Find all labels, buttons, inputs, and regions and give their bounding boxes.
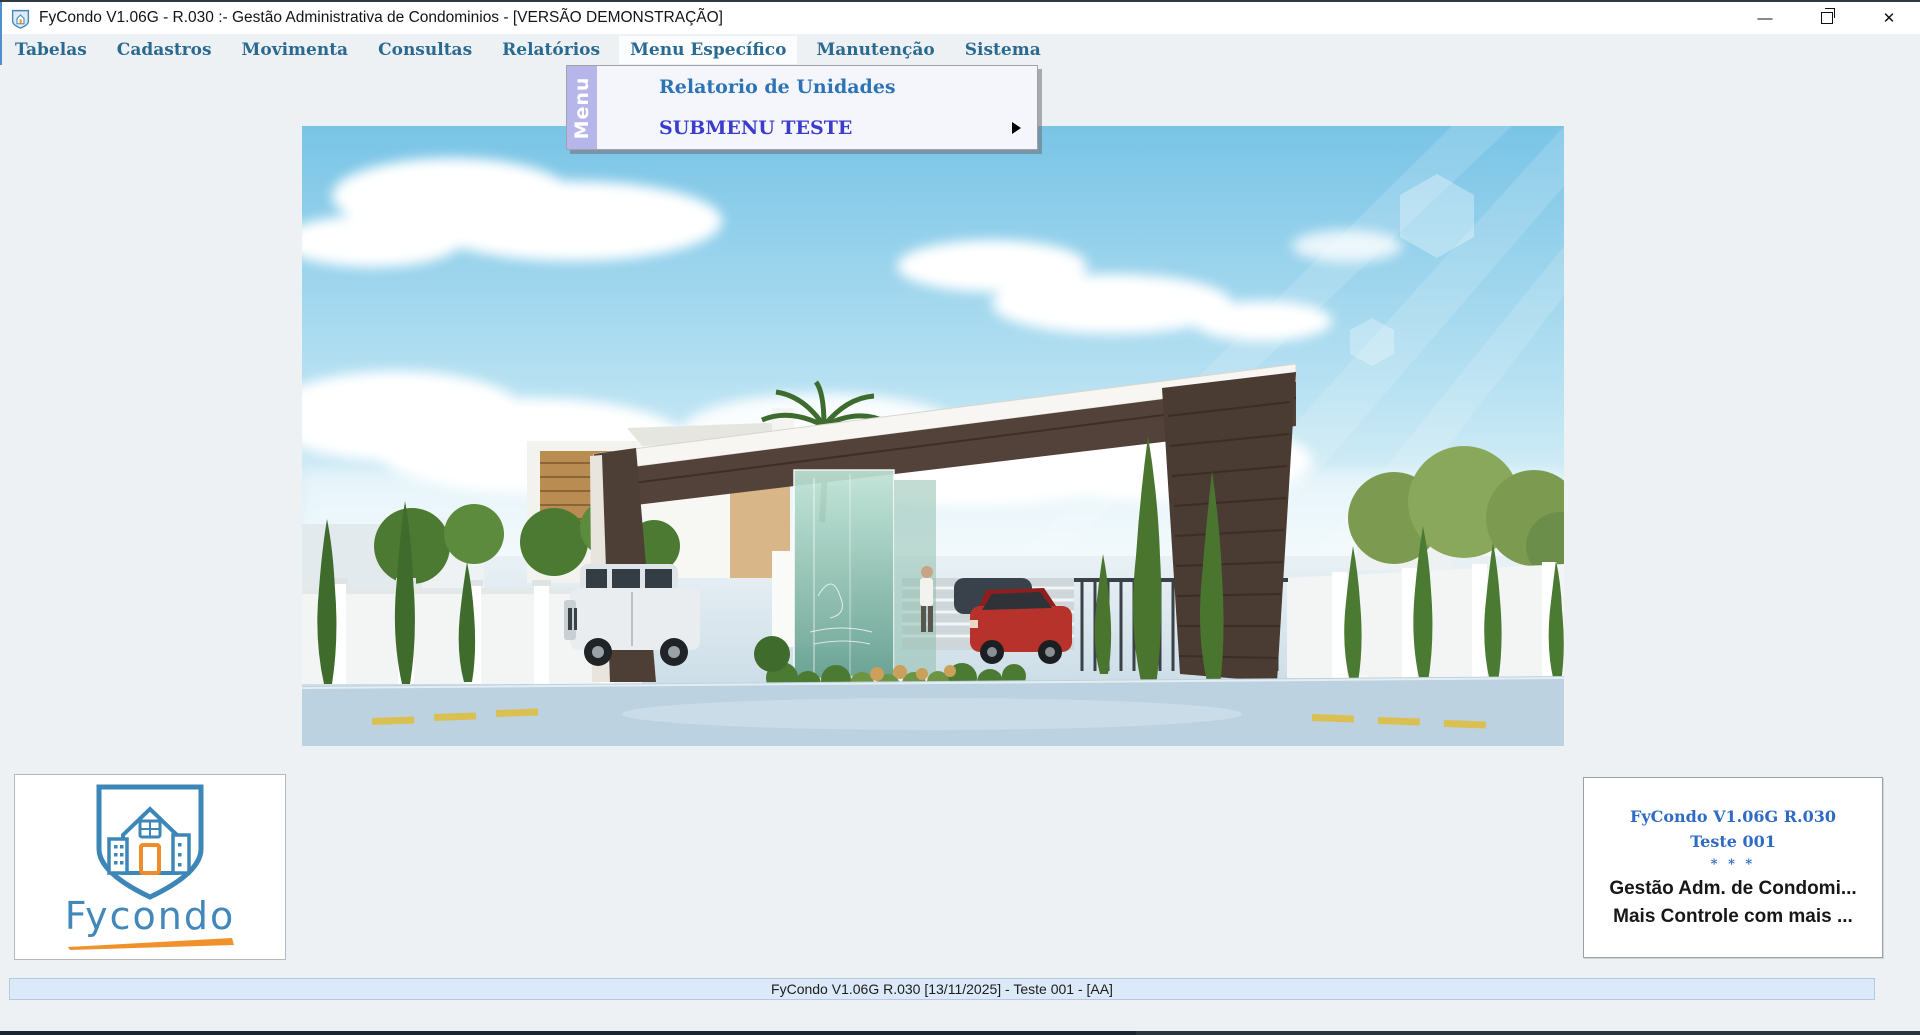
close-button[interactable]: ✕ bbox=[1858, 2, 1920, 34]
menu-relatorios[interactable]: Relatórios bbox=[491, 36, 611, 64]
bottom-edge-strip bbox=[0, 1031, 1920, 1035]
dropdown-item-submenu-teste[interactable]: SUBMENU TESTE bbox=[597, 108, 1037, 149]
fycondo-logo-panel: Fycondo bbox=[14, 774, 286, 960]
about-separator: * * * bbox=[1711, 857, 1755, 872]
minimize-icon: — bbox=[1758, 10, 1773, 27]
about-tagline-2: Mais Controle com mais ... bbox=[1613, 906, 1853, 928]
menu-consultas[interactable]: Consultas bbox=[367, 36, 483, 64]
window-title: FyCondo V1.06G - R.030 :- Gestão Adminis… bbox=[39, 9, 723, 27]
dropdown-side-banner-label: Menu bbox=[571, 76, 593, 139]
bottom-edge-strip-segment bbox=[1136, 1031, 1920, 1035]
menu-menu-especifico[interactable]: Menu Específico bbox=[619, 36, 797, 64]
minimize-button[interactable]: — bbox=[1734, 2, 1796, 34]
menu-tabelas[interactable]: Tabelas bbox=[4, 36, 98, 64]
app-window: FyCondo V1.06G - R.030 :- Gestão Adminis… bbox=[0, 0, 1920, 1035]
about-tagline-1: Gestão Adm. de Condomi... bbox=[1609, 878, 1856, 900]
restore-icon bbox=[1821, 12, 1833, 24]
title-bar: FyCondo V1.06G - R.030 :- Gestão Adminis… bbox=[0, 2, 1920, 34]
dropdown-item-relatorio-de-unidades[interactable]: Relatorio de Unidades bbox=[597, 66, 1037, 107]
menu-sistema[interactable]: Sistema bbox=[954, 36, 1052, 64]
window-controls: — ✕ bbox=[1734, 2, 1920, 34]
about-panel: FyCondo V1.06G R.030 Teste 001 * * * Ges… bbox=[1583, 777, 1883, 958]
restore-button[interactable] bbox=[1796, 2, 1858, 34]
about-client: Teste 001 bbox=[1690, 832, 1776, 851]
dropdown-side-banner: Menu bbox=[567, 66, 597, 149]
logo-swoosh bbox=[60, 935, 240, 951]
condominium-photo bbox=[302, 126, 1564, 746]
menu-cadastros[interactable]: Cadastros bbox=[106, 36, 223, 64]
dropdown-item-list: Relatorio de Unidades SUBMENU TESTE bbox=[597, 66, 1037, 149]
menu-movimenta[interactable]: Movimenta bbox=[231, 36, 360, 64]
status-bar: FyCondo V1.06G R.030 [13/11/2025] - Test… bbox=[9, 978, 1875, 1000]
submenu-arrow-icon bbox=[1012, 122, 1021, 134]
status-text: FyCondo V1.06G R.030 [13/11/2025] - Test… bbox=[771, 981, 1113, 997]
fycondo-wordmark: Fycondo bbox=[65, 897, 235, 935]
close-icon: ✕ bbox=[1883, 9, 1896, 27]
menu-bar: Tabelas Cadastros Movimenta Consultas Re… bbox=[0, 34, 1920, 65]
app-logo-icon bbox=[10, 8, 31, 29]
fycondo-shield-icon bbox=[85, 783, 215, 901]
menu-especifico-dropdown: Menu Relatorio de Unidades SUBMENU TESTE bbox=[566, 65, 1038, 150]
menu-manutencao[interactable]: Manutenção bbox=[805, 36, 945, 64]
about-version: FyCondo V1.06G R.030 bbox=[1630, 807, 1836, 826]
dropdown-item-submenu-teste-label: SUBMENU TESTE bbox=[659, 117, 852, 139]
